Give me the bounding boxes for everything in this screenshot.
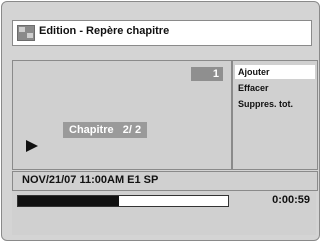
window-title: Edition - Repère chapitre xyxy=(39,25,170,37)
title-bar: Edition - Repère chapitre xyxy=(12,20,312,46)
play-icon[interactable] xyxy=(25,139,39,153)
progress-bar[interactable] xyxy=(17,195,229,207)
menu-item-ajouter[interactable]: Ajouter xyxy=(235,65,315,79)
elapsed-time: 0:00:59 xyxy=(272,194,310,206)
chapter-preview: 1 Chapitre 2/ 2 xyxy=(12,60,232,170)
dialog-frame: Edition - Repère chapitre 1 Chapitre 2/ … xyxy=(1,1,320,241)
playback-bar: 0:00:59 xyxy=(12,191,316,235)
menu-item-effacer[interactable]: Effacer xyxy=(235,81,315,95)
chapter-number-badge: 1 xyxy=(191,67,223,81)
chapter-label: Chapitre 2/ 2 xyxy=(63,122,148,138)
recording-info: NOV/21/07 11:00AM E1 SP xyxy=(22,174,159,186)
chapter-edit-icon xyxy=(17,25,35,41)
progress-fill xyxy=(18,196,119,206)
status-bar: NOV/21/07 11:00AM E1 SP xyxy=(12,171,318,191)
menu-item-suppres-tot[interactable]: Suppres. tot. xyxy=(235,97,315,111)
chapter-menu: Ajouter Effacer Suppres. tot. xyxy=(232,60,318,170)
